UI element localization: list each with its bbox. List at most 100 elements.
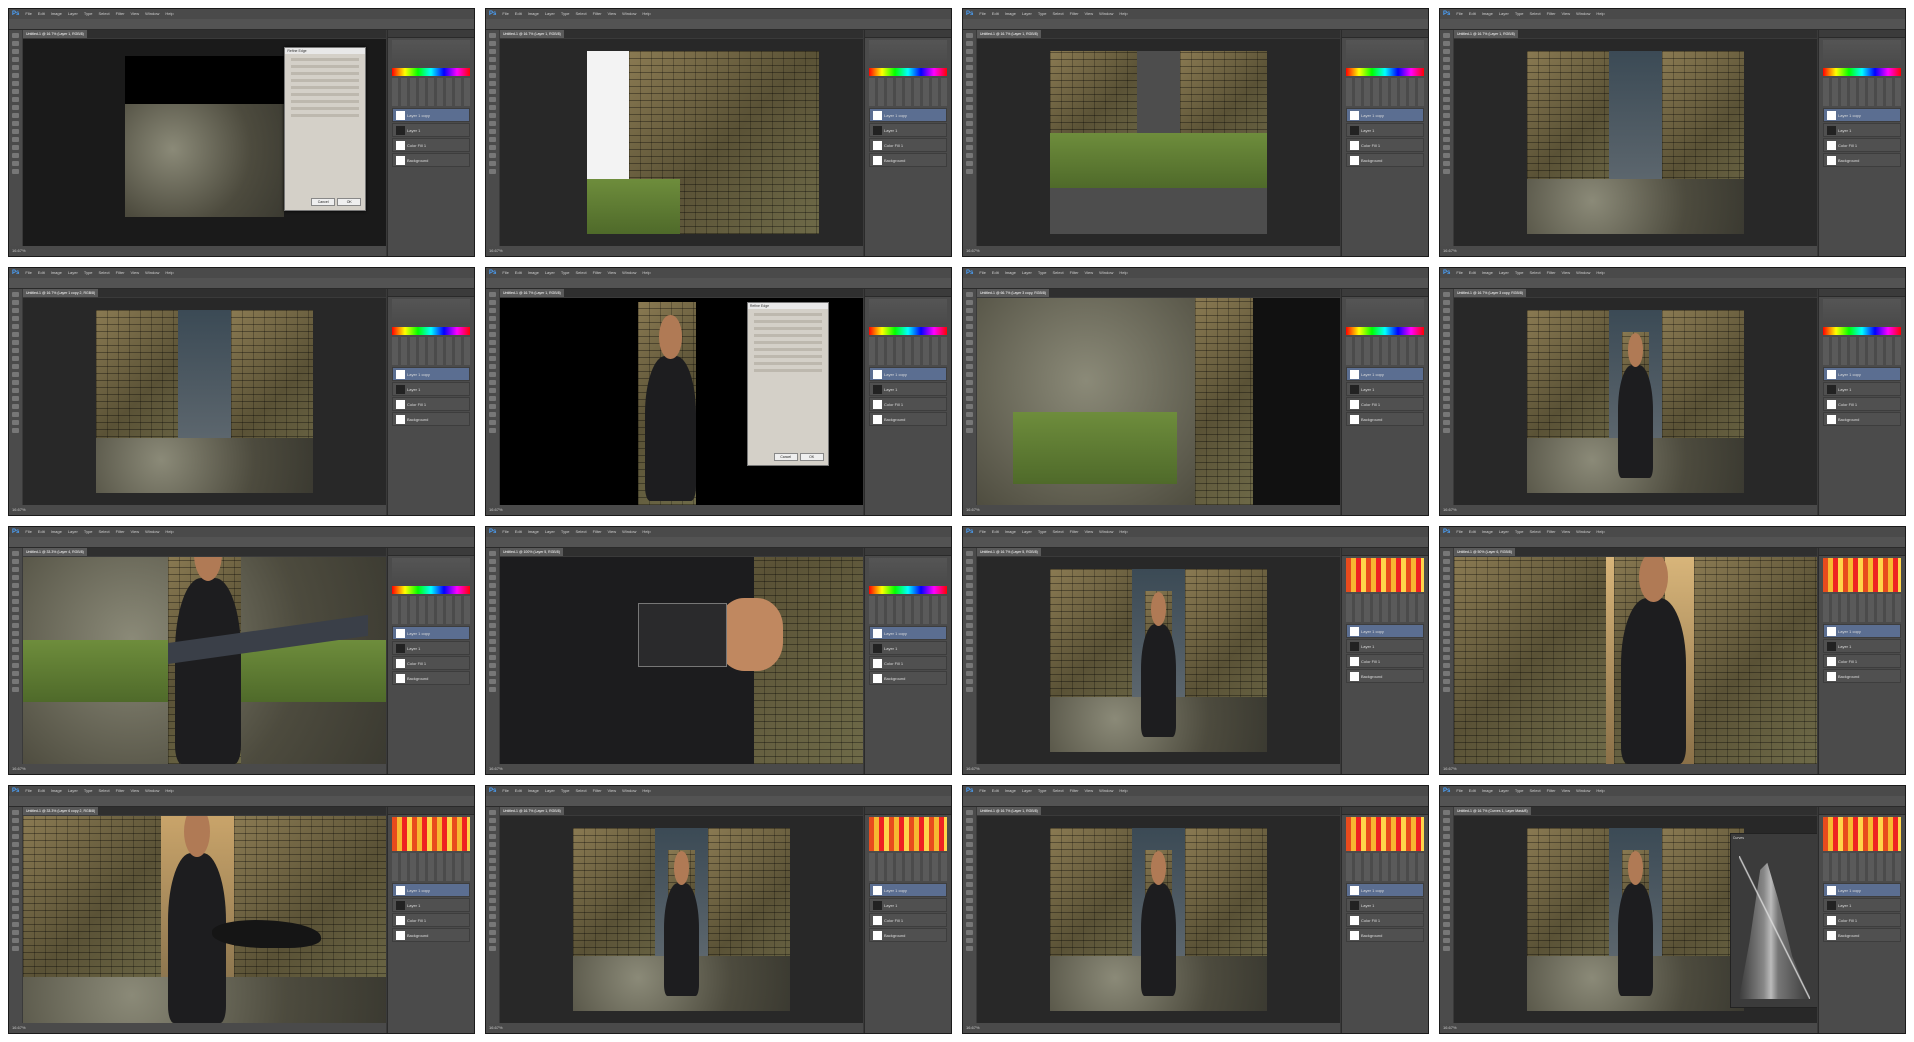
layer-row[interactable]: Background bbox=[869, 153, 947, 167]
tool-icon[interactable] bbox=[1443, 161, 1450, 166]
tool-icon[interactable] bbox=[1443, 113, 1450, 118]
adjustments-panel[interactable] bbox=[869, 853, 947, 881]
layer-row[interactable]: Layer 1 bbox=[392, 123, 470, 137]
layer-row[interactable]: Background bbox=[1346, 153, 1424, 167]
tool-icon[interactable] bbox=[12, 324, 19, 329]
adjustments-panel[interactable] bbox=[1346, 337, 1424, 365]
menu-file[interactable]: File bbox=[25, 787, 31, 795]
tool-icon[interactable] bbox=[489, 380, 496, 385]
tool-icon[interactable] bbox=[1443, 599, 1450, 604]
tool-icon[interactable] bbox=[489, 930, 496, 935]
menu-edit[interactable]: Edit bbox=[992, 528, 999, 536]
menu-view[interactable]: View bbox=[608, 269, 617, 277]
tool-icon[interactable] bbox=[12, 615, 19, 620]
menu-view[interactable]: View bbox=[608, 10, 617, 18]
layer-row[interactable]: Background bbox=[1823, 669, 1901, 683]
tool-icon[interactable] bbox=[489, 583, 496, 588]
menu-select[interactable]: Select bbox=[1530, 269, 1541, 277]
layer-row[interactable]: Layer 1 bbox=[1346, 123, 1424, 137]
tool-icon[interactable] bbox=[12, 33, 19, 38]
tool-icon[interactable] bbox=[489, 420, 496, 425]
tool-icon[interactable] bbox=[1443, 105, 1450, 110]
layer-row[interactable]: Color Fill 1 bbox=[1346, 397, 1424, 411]
dialog-slider-row[interactable] bbox=[291, 79, 360, 83]
tool-icon[interactable] bbox=[1443, 428, 1450, 433]
tool-icon[interactable] bbox=[12, 623, 19, 628]
menu-image[interactable]: Image bbox=[528, 787, 539, 795]
menu-layer[interactable]: Layer bbox=[1499, 528, 1509, 536]
menu-help[interactable]: Help bbox=[1119, 528, 1127, 536]
tool-icon[interactable] bbox=[489, 679, 496, 684]
menu-view[interactable]: View bbox=[1562, 787, 1571, 795]
tool-icon[interactable] bbox=[489, 906, 496, 911]
menu-type[interactable]: Type bbox=[84, 269, 93, 277]
menu-image[interactable]: Image bbox=[1005, 787, 1016, 795]
menu-layer[interactable]: Layer bbox=[1499, 787, 1509, 795]
tool-icon[interactable] bbox=[489, 340, 496, 345]
tool-icon[interactable] bbox=[966, 161, 973, 166]
tool-icon[interactable] bbox=[966, 49, 973, 54]
adjustments-panel[interactable] bbox=[1823, 594, 1901, 622]
menu-type[interactable]: Type bbox=[84, 528, 93, 536]
tool-icon[interactable] bbox=[489, 599, 496, 604]
tool-icon[interactable] bbox=[12, 914, 19, 919]
layer-row[interactable]: Layer 1 copy bbox=[1346, 367, 1424, 381]
tool-icon[interactable] bbox=[1443, 356, 1450, 361]
tool-icon[interactable] bbox=[12, 73, 19, 78]
tool-icon[interactable] bbox=[489, 332, 496, 337]
dialog-slider-row[interactable] bbox=[291, 65, 360, 69]
menu-window[interactable]: Window bbox=[622, 269, 636, 277]
document-canvas[interactable] bbox=[500, 39, 863, 246]
panel-tabs[interactable] bbox=[388, 30, 474, 38]
dialog-slider-row[interactable] bbox=[291, 93, 360, 97]
layer-row[interactable]: Background bbox=[869, 671, 947, 685]
menu-type[interactable]: Type bbox=[1515, 10, 1524, 18]
tool-icon[interactable] bbox=[489, 575, 496, 580]
color-panel[interactable] bbox=[392, 40, 470, 66]
adjustments-panel[interactable] bbox=[869, 596, 947, 624]
tool-icon[interactable] bbox=[12, 583, 19, 588]
tool-icon[interactable] bbox=[12, 420, 19, 425]
menu-view[interactable]: View bbox=[1085, 528, 1094, 536]
menu-window[interactable]: Window bbox=[145, 269, 159, 277]
menu-help[interactable]: Help bbox=[642, 10, 650, 18]
tool-icon[interactable] bbox=[12, 396, 19, 401]
tool-icon[interactable] bbox=[966, 41, 973, 46]
tool-icon[interactable] bbox=[12, 663, 19, 668]
layer-row[interactable]: Color Fill 1 bbox=[392, 913, 470, 927]
tool-icon[interactable] bbox=[966, 137, 973, 142]
document-canvas[interactable] bbox=[1454, 298, 1817, 505]
menu-window[interactable]: Window bbox=[622, 528, 636, 536]
adjustments-panel[interactable] bbox=[392, 853, 470, 881]
dialog-slider-row[interactable] bbox=[753, 348, 822, 352]
tool-icon[interactable] bbox=[489, 615, 496, 620]
tool-icon[interactable] bbox=[966, 292, 973, 297]
menu-window[interactable]: Window bbox=[1099, 787, 1113, 795]
tool-icon[interactable] bbox=[1443, 57, 1450, 62]
panel-tabs[interactable] bbox=[865, 548, 951, 556]
layer-row[interactable]: Color Fill 1 bbox=[1823, 138, 1901, 152]
tool-icon[interactable] bbox=[1443, 380, 1450, 385]
tool-icon[interactable] bbox=[1443, 655, 1450, 660]
tool-icon[interactable] bbox=[12, 81, 19, 86]
layer-row[interactable]: Layer 1 copy bbox=[869, 108, 947, 122]
tool-icon[interactable] bbox=[1443, 129, 1450, 134]
tool-icon[interactable] bbox=[1443, 842, 1450, 847]
tool-icon[interactable] bbox=[489, 137, 496, 142]
menu-window[interactable]: Window bbox=[1576, 269, 1590, 277]
tool-icon[interactable] bbox=[1443, 324, 1450, 329]
layer-row[interactable]: Color Fill 1 bbox=[392, 656, 470, 670]
menu-edit[interactable]: Edit bbox=[38, 787, 45, 795]
dialog-slider-row[interactable] bbox=[291, 107, 360, 111]
tool-icon[interactable] bbox=[1443, 97, 1450, 102]
tool-icon[interactable] bbox=[966, 567, 973, 572]
swatches-panel[interactable] bbox=[1823, 817, 1901, 851]
tool-icon[interactable] bbox=[966, 300, 973, 305]
layer-row[interactable]: Layer 1 copy bbox=[869, 883, 947, 897]
tool-icon[interactable] bbox=[12, 372, 19, 377]
tool-icon[interactable] bbox=[489, 89, 496, 94]
menu-image[interactable]: Image bbox=[1482, 528, 1493, 536]
menu-filter[interactable]: Filter bbox=[593, 787, 602, 795]
menu-window[interactable]: Window bbox=[1099, 10, 1113, 18]
layer-row[interactable]: Layer 1 copy bbox=[1823, 883, 1901, 897]
